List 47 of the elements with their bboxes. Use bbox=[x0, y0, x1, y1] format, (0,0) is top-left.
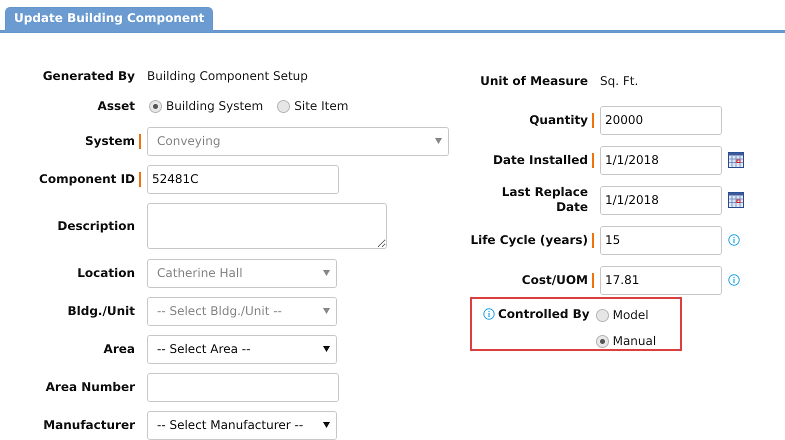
field-value: Sq. Ft. bbox=[600, 73, 638, 90]
field-label: Description bbox=[56, 218, 135, 234]
field-label: Unit of Measure bbox=[479, 74, 588, 88]
field-label: Area Number bbox=[44, 380, 135, 394]
info-icon[interactable] bbox=[483, 308, 495, 320]
field-label: System bbox=[84, 134, 135, 148]
caret-icon bbox=[323, 270, 330, 276]
field-label: Component ID bbox=[38, 172, 135, 186]
calendar-icon[interactable] bbox=[728, 152, 744, 168]
field-label: Asset bbox=[96, 98, 135, 114]
radio-label: Manual bbox=[612, 333, 656, 350]
calendar-icon[interactable] bbox=[728, 192, 744, 208]
radio-button[interactable] bbox=[596, 334, 609, 348]
field-value: Building Component Setup bbox=[147, 68, 308, 85]
field-label: Bldg./Unit bbox=[66, 304, 135, 318]
field-label: Last Replace Date bbox=[500, 185, 588, 215]
field-label: Life Cycle (years) bbox=[470, 232, 588, 248]
dropdown[interactable]: -- Select Manufacturer -- bbox=[147, 410, 337, 440]
field-label: Manufacturer bbox=[42, 418, 135, 432]
radio-button[interactable] bbox=[596, 308, 609, 322]
text-field[interactable]: 20000 bbox=[600, 106, 722, 134]
info-icon[interactable] bbox=[728, 274, 740, 286]
field-label: Location bbox=[76, 266, 135, 280]
description-field[interactable] bbox=[147, 203, 387, 249]
caret-icon bbox=[435, 138, 442, 144]
field-label: Cost/UOM bbox=[520, 272, 588, 288]
field-label: Area bbox=[102, 342, 135, 356]
radio-label: Site Item bbox=[294, 98, 348, 115]
text-field[interactable] bbox=[147, 372, 339, 402]
field-label: Generated By bbox=[42, 68, 135, 84]
radio-button[interactable] bbox=[149, 100, 162, 112]
text-field[interactable]: 1/1/2018 bbox=[600, 146, 722, 174]
caret-icon bbox=[323, 308, 330, 314]
radio-label: Model bbox=[612, 307, 649, 324]
caret-icon bbox=[323, 346, 330, 352]
radio-label: Building System bbox=[166, 98, 264, 115]
text-field[interactable]: 1/1/2018 bbox=[600, 186, 722, 214]
field-label: Date Installed bbox=[492, 152, 588, 168]
dropdown[interactable]: -- Select Area -- bbox=[147, 334, 337, 364]
text-field[interactable]: 52481C bbox=[147, 164, 339, 194]
text-field[interactable]: 15 bbox=[600, 226, 722, 254]
caret-icon bbox=[323, 422, 330, 428]
field-label: Quantity bbox=[528, 112, 588, 128]
text-field[interactable]: 17.81 bbox=[600, 266, 722, 294]
radio-button[interactable] bbox=[277, 100, 290, 112]
info-icon[interactable] bbox=[728, 234, 740, 246]
field-label: Controlled By bbox=[498, 306, 590, 322]
